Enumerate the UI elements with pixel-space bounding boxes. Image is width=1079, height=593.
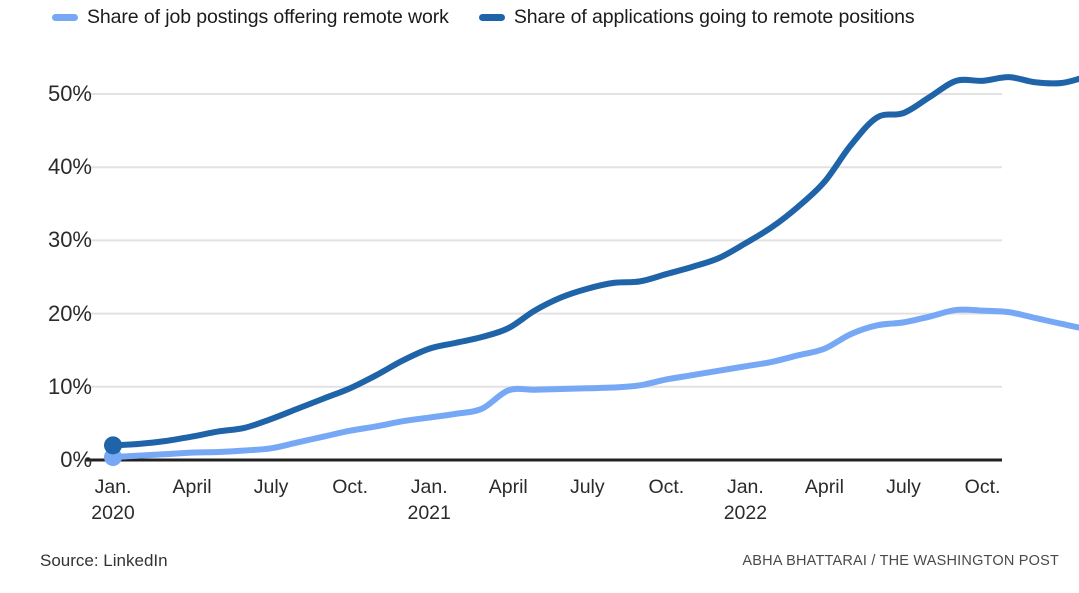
x-axis-tick-label: Jan. 2021 — [407, 474, 450, 527]
x-tick-month: April — [488, 476, 528, 498]
x-axis-tick-label: Oct. — [648, 474, 684, 500]
x-axis-tick-label: Oct. — [965, 474, 1001, 500]
x-tick-month: Oct. — [648, 476, 685, 498]
x-tick-month: July — [886, 476, 921, 498]
x-tick-month: April — [172, 476, 212, 498]
x-tick-month: Oct. — [964, 476, 1001, 498]
x-axis-tick-label: April — [489, 474, 528, 500]
remote-work-chart: Share of job postings offering remote wo… — [0, 0, 1079, 593]
x-tick-year: 2020 — [91, 502, 135, 525]
x-axis-tick-label: Jan. 2022 — [724, 474, 767, 527]
x-axis-tick-label: April — [173, 474, 212, 500]
x-tick-year: 2021 — [407, 502, 451, 525]
x-tick-month: Jan. — [410, 476, 448, 498]
x-tick-month: April — [804, 476, 844, 498]
x-axis-tick-label: April — [805, 474, 844, 500]
x-axis-tick-label: Oct. — [332, 474, 368, 500]
source-note: Source: LinkedIn — [40, 551, 168, 570]
byline-credit: ABHA BHATTARAI / THE WASHINGTON POST — [742, 553, 1059, 569]
x-tick-month: Jan. — [94, 476, 132, 498]
x-axis-tick-label: July — [886, 474, 921, 500]
x-tick-month: Jan. — [726, 476, 764, 498]
x-tick-year: 2022 — [723, 502, 768, 525]
x-axis-tick-label: July — [254, 474, 289, 500]
x-axis-tick-label: July — [570, 474, 605, 500]
x-tick-month: July — [253, 476, 289, 498]
x-tick-month: July — [569, 476, 605, 498]
x-tick-month: Oct. — [332, 476, 369, 498]
x-axis: Jan. 2020 April July Oct. Jan. 2021 April July Oc… — [0, 0, 1079, 593]
x-axis-tick-label: Jan. 2020 — [91, 474, 134, 527]
